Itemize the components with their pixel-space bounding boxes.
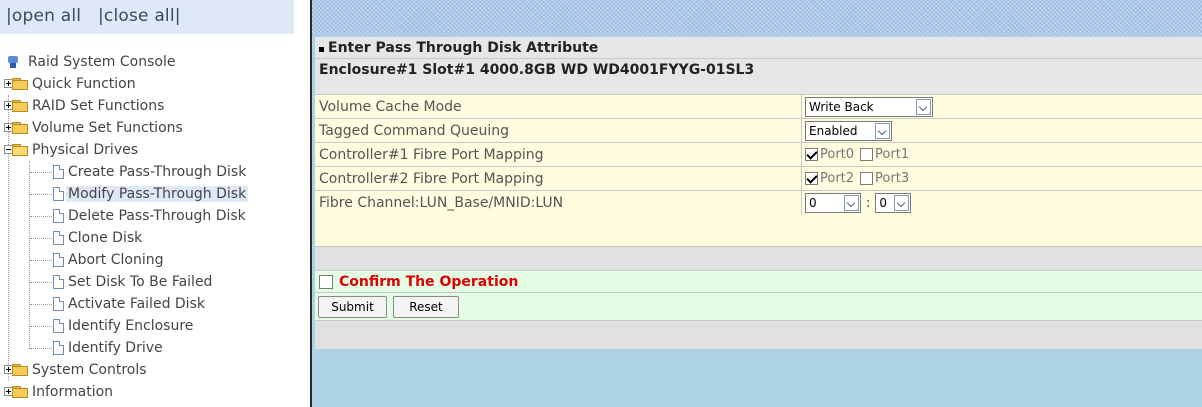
tree-item-quick-function[interactable]: Quick Function — [0, 73, 300, 95]
cache-mode-label: Volume Cache Mode — [319, 98, 462, 115]
port1-checkbox[interactable] — [860, 148, 874, 161]
document-icon — [53, 231, 64, 245]
folder-closed-icon — [12, 386, 28, 398]
chevron-down-icon[interactable] — [894, 195, 910, 211]
port2-checkbox[interactable] — [805, 172, 818, 185]
tcq-select[interactable]: Enabled — [805, 120, 892, 141]
ctrl2-port-row: Controller#2 Fibre Port Mapping Port2 Po… — [315, 167, 1202, 191]
buttons-row: Submit Reset — [315, 293, 1202, 321]
tree-item-abort-cloning[interactable]: Abort Cloning — [0, 249, 300, 271]
tree-item-create-pass-through-disk[interactable]: Create Pass-Through Disk — [0, 161, 300, 183]
ctrl1-port-label: Controller#1 Fibre Port Mapping — [319, 146, 544, 163]
port0-label: Port0 — [820, 147, 855, 162]
section-header: Enter Pass Through Disk Attribute — [315, 37, 1202, 59]
folder-closed-icon — [12, 364, 28, 376]
lun-row: Fibre Channel:LUN_Base/MNID:LUN 0 : 0 — [315, 191, 1202, 247]
tcq-row: Tagged Command Queuing Enabled — [315, 119, 1202, 143]
port1-label: Port1 — [875, 147, 910, 162]
folder-closed-icon — [12, 78, 28, 90]
chevron-down-icon[interactable] — [844, 195, 859, 211]
lun-separator: : — [866, 195, 871, 211]
open-all-link[interactable]: |open all — [6, 6, 81, 26]
footer-row — [315, 321, 1202, 349]
document-icon — [53, 341, 64, 355]
tree-item-raid-set-functions[interactable]: RAID Set Functions — [0, 95, 300, 117]
lun-label: Fibre Channel:LUN_Base/MNID:LUN — [319, 195, 564, 211]
port3-label: Port3 — [875, 171, 910, 186]
document-icon — [53, 165, 64, 179]
ctrl1-port-row: Controller#1 Fibre Port Mapping Port0 Po… — [315, 143, 1202, 167]
tree-item-identify-enclosure[interactable]: Identify Enclosure — [0, 315, 300, 337]
spacer-row — [315, 247, 1202, 271]
confirm-label: Confirm The Operation — [339, 273, 519, 290]
cache-mode-select[interactable]: Write Back — [805, 96, 933, 117]
content-frame: Enter Pass Through Disk Attribute Enclos… — [312, 0, 1202, 407]
document-icon — [53, 319, 64, 333]
tree-item-identify-drive[interactable]: Identify Drive — [0, 337, 300, 359]
chevron-down-icon[interactable] — [875, 122, 890, 139]
folder-closed-icon — [12, 100, 28, 112]
tree-item-activate-failed-disk[interactable]: Activate Failed Disk — [0, 293, 300, 315]
document-icon — [53, 253, 64, 267]
tree-item-system-controls[interactable]: System Controls — [0, 359, 300, 381]
submit-button[interactable]: Submit — [318, 296, 387, 318]
confirm-row: Confirm The Operation — [315, 271, 1202, 293]
tree-item-information[interactable]: Information — [0, 381, 300, 403]
document-icon — [53, 209, 64, 223]
section-title: Enter Pass Through Disk Attribute — [328, 39, 599, 56]
tree-item-clone-disk[interactable]: Clone Disk — [0, 227, 300, 249]
reset-button[interactable]: Reset — [393, 296, 459, 318]
cache-mode-row: Volume Cache Mode Write Back — [315, 95, 1202, 119]
tree-item-physical-drives[interactable]: Physical Drives — [0, 139, 300, 161]
disk-info-row: Enclosure#1 Slot#1 4000.8GB WD WD4001FYY… — [315, 59, 1202, 95]
disk-info: Enclosure#1 Slot#1 4000.8GB WD WD4001FYY… — [319, 62, 755, 78]
bullet-icon — [319, 47, 324, 52]
port3-checkbox[interactable] — [860, 172, 874, 185]
lun-select[interactable]: 0 — [875, 193, 912, 213]
folder-open-icon — [12, 144, 28, 156]
tree-root-raid-system-console[interactable]: Raid System Console — [0, 51, 300, 73]
tree-item-set-disk-to-be-failed[interactable]: Set Disk To Be Failed — [0, 271, 300, 293]
console-icon — [8, 56, 18, 68]
tree-item-delete-pass-through-disk[interactable]: Delete Pass-Through Disk — [0, 205, 300, 227]
folder-closed-icon — [12, 122, 28, 134]
close-all-link[interactable]: |close all| — [98, 6, 181, 26]
chevron-down-icon[interactable] — [916, 98, 931, 115]
port0-checkbox[interactable] — [805, 148, 818, 161]
confirm-checkbox[interactable] — [319, 274, 333, 289]
ctrl2-port-label: Controller#2 Fibre Port Mapping — [319, 170, 544, 187]
document-icon — [53, 275, 64, 289]
tree-item-modify-pass-through-disk[interactable]: Modify Pass-Through Disk — [0, 183, 300, 205]
document-icon — [53, 187, 64, 201]
tree-toolbar: |open all |close all| — [0, 0, 294, 34]
navigation-tree: Raid System Console Quick Function RAID … — [0, 51, 300, 403]
tree-item-volume-set-functions[interactable]: Volume Set Functions — [0, 117, 300, 139]
header-pattern-band — [312, 0, 1202, 36]
tcq-label: Tagged Command Queuing — [319, 122, 509, 139]
navigation-tree-frame: |open all |close all| Raid System Consol… — [0, 0, 310, 407]
document-icon — [53, 297, 64, 311]
pass-through-form: Enter Pass Through Disk Attribute Enclos… — [315, 37, 1202, 349]
port2-label: Port2 — [820, 171, 855, 186]
lun-base-select[interactable]: 0 — [805, 193, 861, 213]
